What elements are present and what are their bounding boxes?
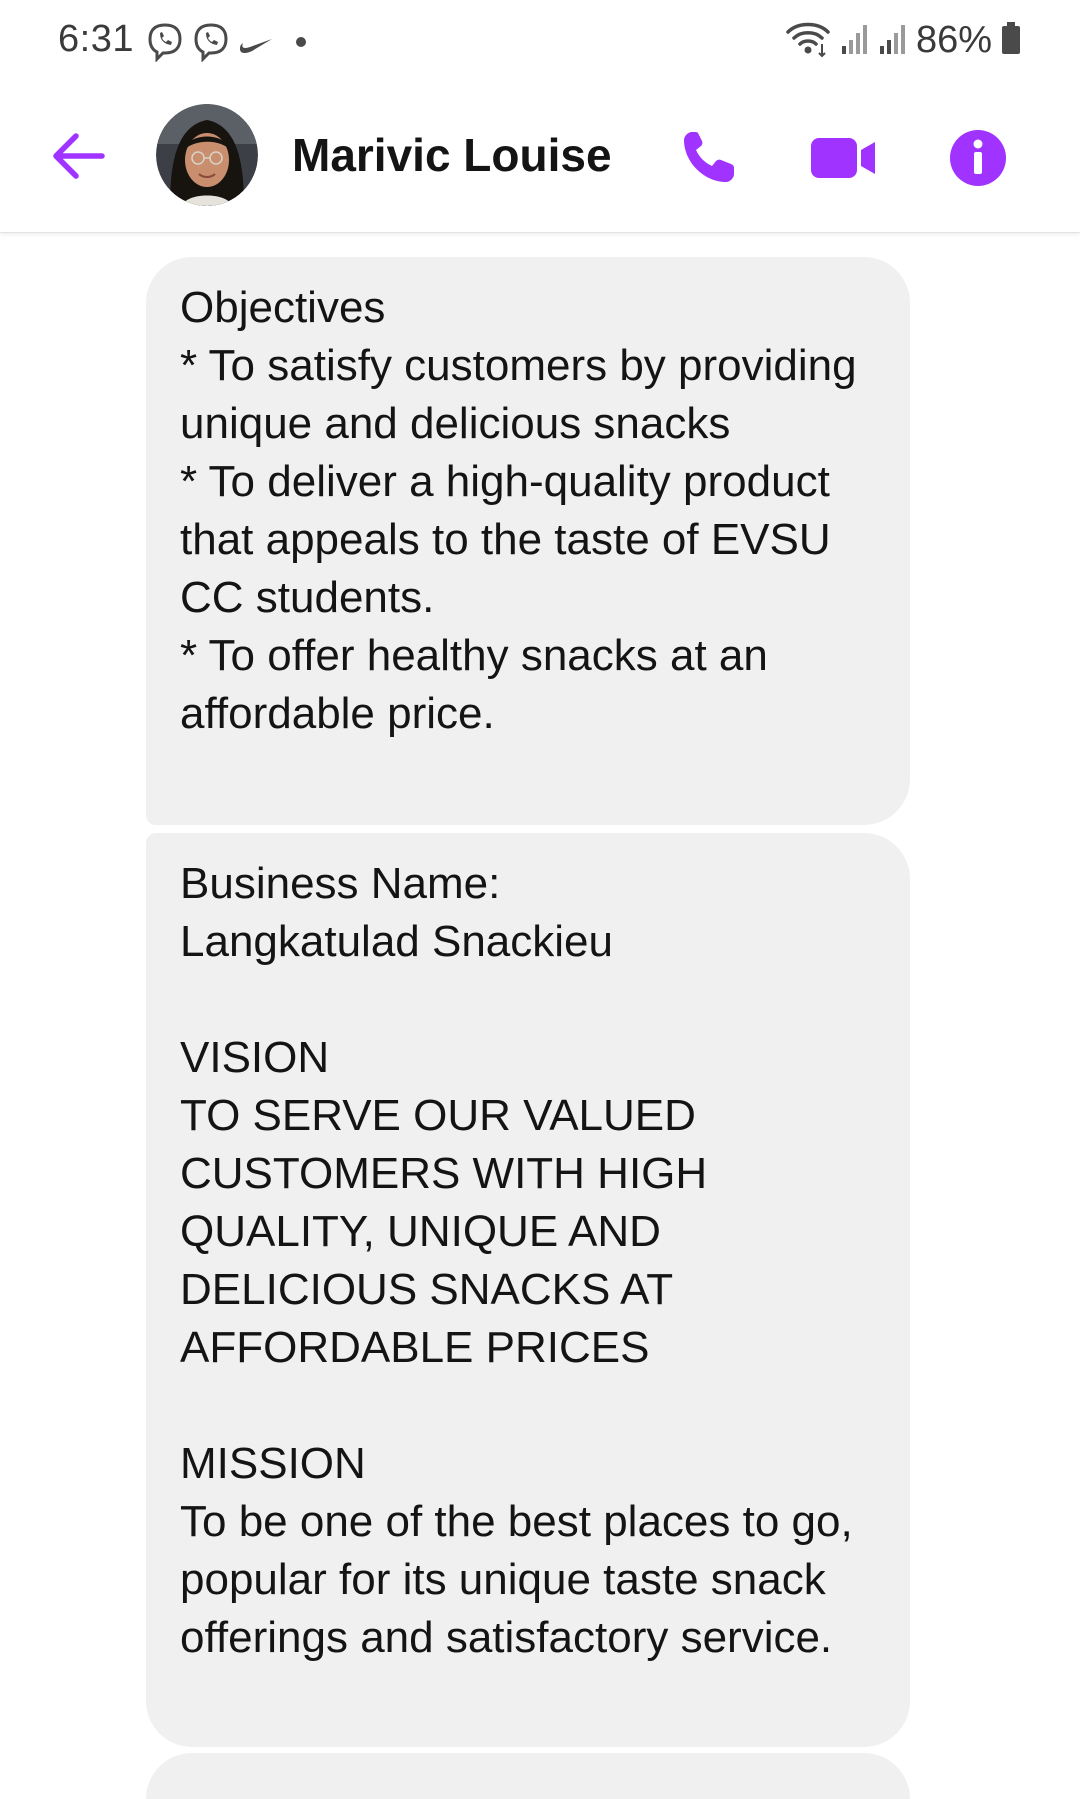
status-time: 6:31 [58,18,134,60]
nike-icon [238,27,274,62]
dot-icon [294,35,308,54]
signal-icon [878,20,908,61]
avatar[interactable] [156,104,258,206]
message-list[interactable]: Objectives * To satisfy customers by pro… [0,233,1080,1799]
info-button[interactable] [940,120,1016,196]
message-bubble[interactable]: Business Name: Langkatulad Snackieu VISI… [146,833,910,1747]
audio-call-button[interactable] [670,120,746,196]
message-bubble[interactable]: Objectives * To satisfy customers by pro… [146,257,910,825]
battery-percent: 86% [915,19,992,61]
video-camera-icon [811,138,875,178]
status-system-icons: 86% [784,18,1022,63]
battery-icon [1000,21,1022,60]
status-bar: 6:31 86% [0,0,1080,84]
contact-name[interactable]: Marivic Louise [292,128,612,182]
viber-icon [192,22,230,67]
viber-icon [146,22,184,67]
wifi-icon [784,18,832,63]
signal-icon [840,20,870,61]
phone-icon [684,132,734,182]
conversation-header: Marivic Louise [0,84,1080,233]
status-notification-icons [146,22,308,67]
arrow-left-icon [53,133,105,179]
video-call-button[interactable] [806,120,882,196]
back-button[interactable] [46,124,110,188]
info-icon [950,130,1006,186]
